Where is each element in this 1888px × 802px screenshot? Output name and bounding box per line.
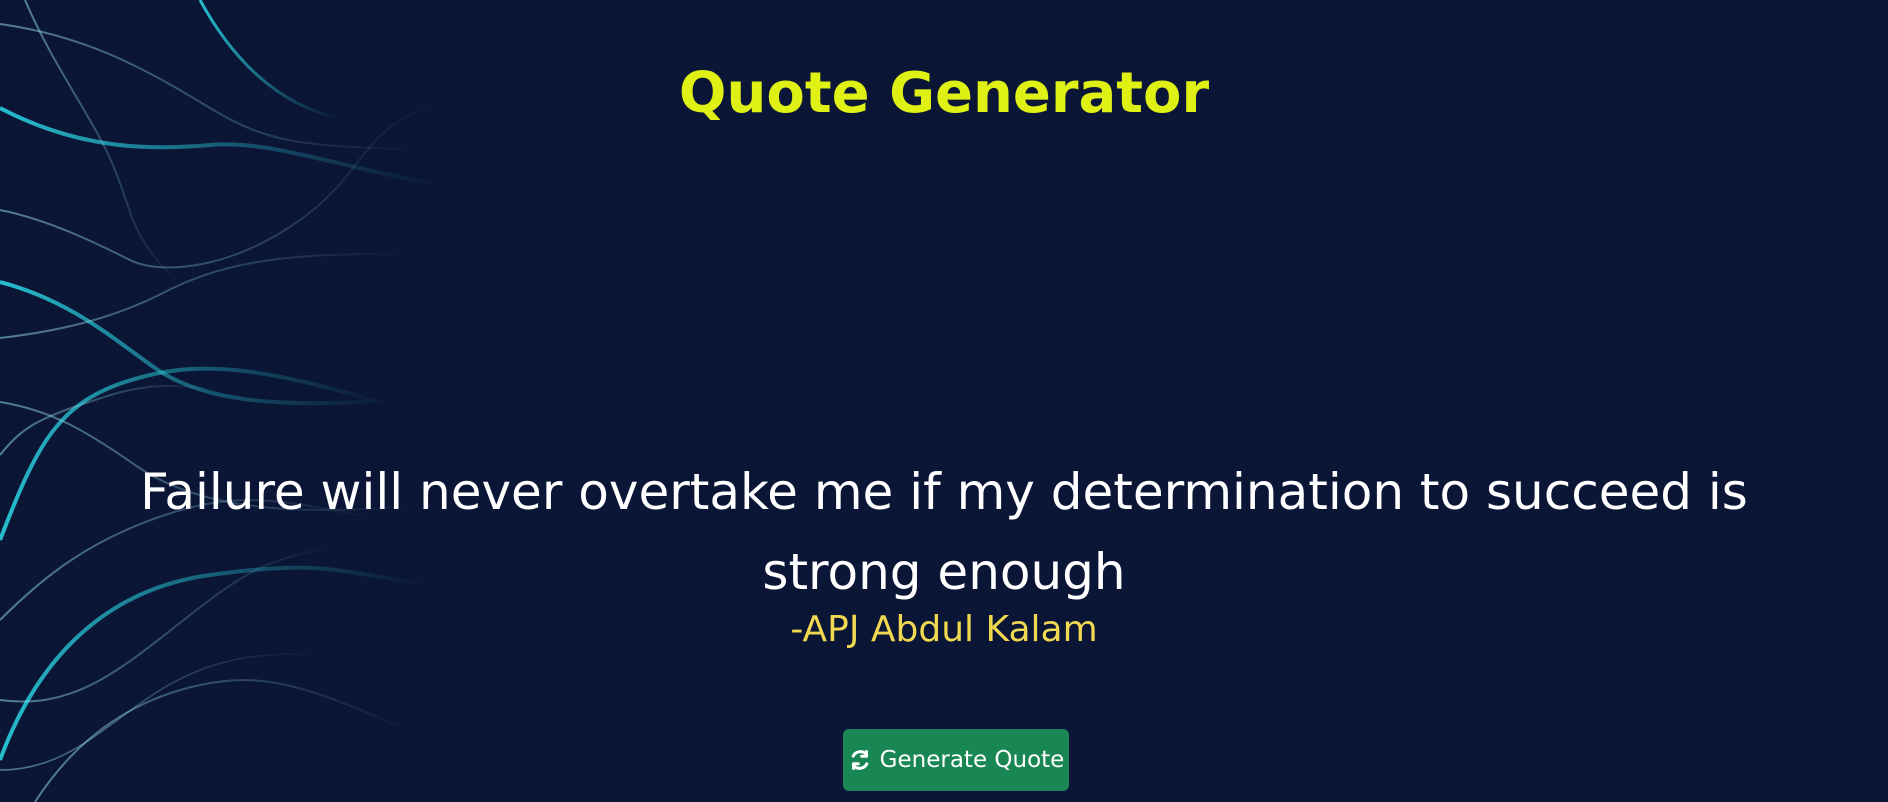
generate-quote-label: Generate Quote bbox=[879, 747, 1065, 773]
generate-quote-button[interactable]: Generate Quote bbox=[843, 729, 1069, 791]
page-title: Quote Generator bbox=[678, 61, 1210, 126]
refresh-icon bbox=[848, 748, 872, 772]
quote-text: Failure will never overtake me if my det… bbox=[140, 463, 1748, 601]
quote-author: -APJ Abdul Kalam bbox=[790, 609, 1098, 650]
quote-generator-page: Quote Generator Failure will never overt… bbox=[0, 0, 1888, 802]
